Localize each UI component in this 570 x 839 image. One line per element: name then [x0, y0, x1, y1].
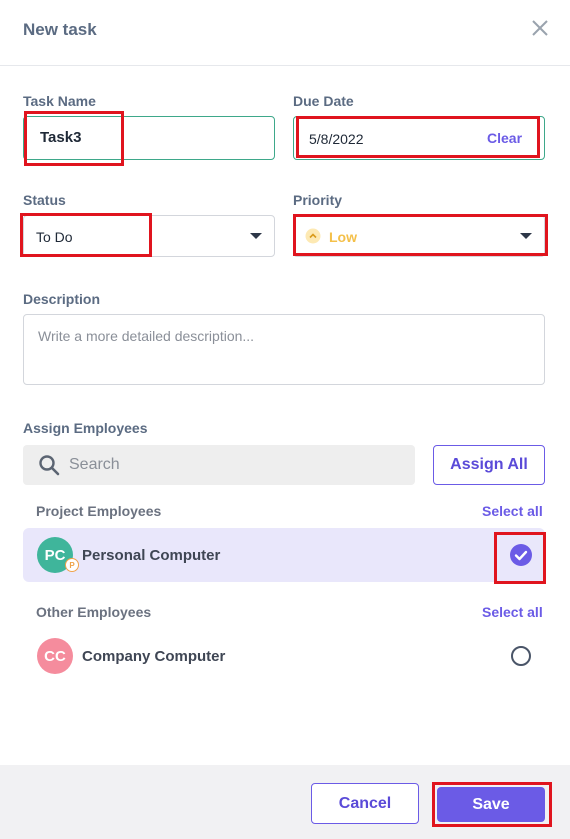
- other-employees-title: Other Employees: [36, 604, 152, 620]
- avatar: CC: [37, 638, 73, 674]
- other-select-all-link[interactable]: Select all: [482, 604, 543, 620]
- status-label: Status: [23, 192, 66, 208]
- assign-all-button[interactable]: Assign All: [433, 445, 545, 485]
- task-name-value: Task3: [40, 129, 82, 146]
- chevron-down-icon: [520, 233, 532, 239]
- assign-employees-label: Assign Employees: [23, 420, 148, 436]
- status-value: To Do: [36, 229, 73, 245]
- close-icon[interactable]: [528, 16, 552, 40]
- description-placeholder: Write a more detailed description...: [38, 328, 255, 344]
- search-placeholder: Search: [69, 456, 120, 473]
- employee-badge: P: [65, 558, 79, 572]
- priority-label: Priority: [293, 192, 343, 208]
- search-icon: [39, 455, 60, 476]
- employee-checkbox[interactable]: [511, 646, 531, 666]
- save-button[interactable]: Save: [437, 787, 545, 822]
- clear-date-button[interactable]: Clear: [487, 130, 522, 146]
- employee-name: Personal Computer: [82, 547, 221, 564]
- priority-value: Low: [329, 229, 357, 245]
- project-select-all-link[interactable]: Select all: [482, 503, 543, 519]
- due-date-label: Due Date: [293, 93, 354, 109]
- cancel-button[interactable]: Cancel: [311, 783, 419, 824]
- task-name-label: Task Name: [23, 93, 96, 109]
- employee-name: Company Computer: [82, 648, 226, 665]
- project-employees-title: Project Employees: [36, 503, 162, 519]
- dialog-title: New task: [23, 20, 97, 39]
- due-date-value: 5/8/2022: [309, 131, 364, 147]
- description-textarea[interactable]: [23, 314, 545, 385]
- chevron-down-icon: [250, 233, 262, 239]
- dialog-header: New task: [0, 0, 570, 66]
- priority-low-icon: [305, 228, 321, 244]
- check-icon: [514, 550, 528, 561]
- description-label: Description: [23, 291, 101, 307]
- employee-checkbox[interactable]: [510, 544, 532, 566]
